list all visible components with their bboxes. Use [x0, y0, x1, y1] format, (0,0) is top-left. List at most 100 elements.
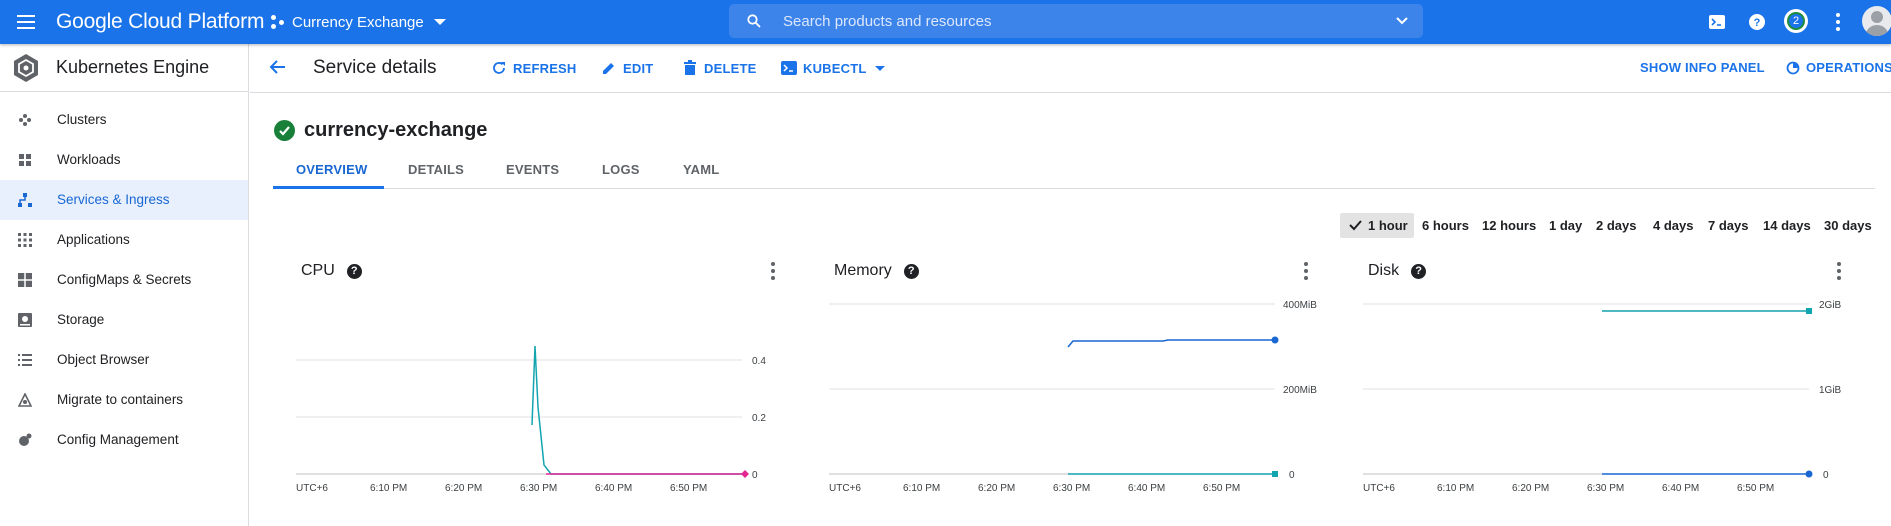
tab-events[interactable]: EVENTS [506, 162, 559, 177]
chevron-down-icon [874, 65, 885, 71]
back-arrow-icon[interactable] [268, 57, 288, 77]
sidebar-item-label: Storage [57, 312, 105, 327]
memory-usage-line [1067, 339, 1275, 348]
project-selector[interactable]: Currency Exchange [270, 12, 446, 32]
sidebar-item-object-browser[interactable]: Object Browser [0, 340, 248, 380]
platform-brand[interactable]: Google Cloud Platform [56, 10, 264, 34]
sidebar-item-applications[interactable]: Applications [0, 220, 248, 260]
help-icon[interactable]: ? [1748, 10, 1766, 34]
x-tick-label: 6:20 PM [1512, 483, 1549, 494]
time-range-1-day[interactable]: 1 day [1543, 213, 1588, 238]
tab-logs[interactable]: LOGS [602, 162, 640, 177]
y-tick-label: 0 [1823, 470, 1829, 481]
x-tick-label: 6:20 PM [445, 483, 482, 494]
active-tab-indicator [273, 186, 384, 189]
search-bar[interactable]: Search products and resources [729, 4, 1423, 38]
workloads-icon [19, 154, 31, 166]
sidebar-item-label: Object Browser [57, 352, 150, 367]
migrate-icon [18, 393, 32, 407]
x-tick-label: 6:40 PM [595, 483, 632, 494]
operations-icon [1786, 61, 1800, 74]
product-title: Kubernetes Engine [56, 57, 210, 77]
cpu-chart-title: CPU ? [301, 262, 362, 280]
sidebar-item-storage[interactable]: Storage [0, 300, 248, 340]
clusters-icon [19, 114, 31, 126]
x-tick-label: 6:10 PM [370, 483, 407, 494]
y-tick-label: 0 [752, 470, 758, 481]
operations-button[interactable]: OPERATIONS [1786, 60, 1891, 75]
x-tick-label: 6:20 PM [978, 483, 1015, 494]
sidebar-item-services-ingress[interactable]: Services & Ingress [0, 180, 248, 220]
refresh-label: REFRESH [513, 60, 577, 76]
edit-pencil-icon [603, 63, 614, 74]
delete-button[interactable]: DELETE [682, 60, 756, 76]
services-icon [18, 193, 32, 207]
tab-details[interactable]: DETAILS [408, 162, 464, 177]
sidebar-item-label: ConfigMaps & Secrets [57, 272, 192, 287]
show-info-panel-button[interactable]: SHOW INFO PANEL [1640, 60, 1765, 75]
y-tick-label: 1GiB [1819, 385, 1842, 396]
time-range-2-days[interactable]: 2 days [1590, 213, 1642, 238]
sidebar-item-label: Migrate to containers [57, 392, 184, 407]
project-icon [270, 14, 286, 30]
sidebar-item-label: Services & Ingress [57, 192, 170, 207]
y-tick-label: 0.2 [752, 413, 766, 424]
series-end-marker [741, 470, 749, 478]
series-end-marker [1271, 336, 1279, 344]
help-icon[interactable]: ? [346, 263, 362, 279]
sidebar-item-config-management[interactable]: Config Management [0, 420, 248, 460]
trash-icon [684, 60, 696, 75]
more-options-icon[interactable] [1304, 262, 1308, 280]
search-input[interactable]: Search products and resources [783, 13, 991, 30]
kubectl-button[interactable]: KUBECTL [781, 60, 885, 76]
cpu-usage-line [531, 345, 745, 475]
more-options-icon[interactable] [1836, 13, 1840, 31]
kubectl-label: KUBECTL [803, 60, 867, 76]
tab-overview[interactable]: OVERVIEW [296, 162, 367, 177]
check-icon [1349, 220, 1362, 231]
refresh-button[interactable]: REFRESH [491, 60, 577, 76]
menu-icon[interactable] [14, 10, 38, 34]
time-range-4-days[interactable]: 4 days [1647, 213, 1699, 238]
tab-yaml[interactable]: YAML [683, 162, 719, 177]
more-options-icon[interactable] [771, 262, 775, 280]
sidebar-item-configmaps-secrets[interactable]: ConfigMaps & Secrets [0, 260, 248, 300]
time-range-1-hour[interactable]: 1 hour [1340, 213, 1414, 238]
disk-chart[interactable]: 2GiB 1GiB 0 UTC+6 6:10 PM 6:20 PM 6:30 P… [1357, 290, 1857, 500]
y-tick-label: 200MiB [1283, 385, 1317, 396]
cloud-shell-icon[interactable] [1708, 10, 1726, 34]
sidebar-item-workloads[interactable]: Workloads [0, 140, 248, 180]
x-tick-label: 6:30 PM [1587, 483, 1624, 494]
time-range-7-days[interactable]: 7 days [1702, 213, 1754, 238]
refresh-icon [493, 62, 505, 74]
avatar[interactable] [1862, 6, 1891, 36]
tab-bar: OVERVIEW DETAILS EVENTS LOGS YAML [273, 154, 1875, 189]
sidebar-item-label: Clusters [57, 112, 107, 127]
disk-title-text: Disk [1368, 262, 1400, 279]
more-options-icon[interactable] [1837, 262, 1841, 280]
service-heading: currency-exchange [274, 119, 487, 142]
edit-button[interactable]: EDIT [601, 60, 653, 76]
sidebar-item-clusters[interactable]: Clusters [0, 100, 248, 140]
help-icon[interactable]: ? [1411, 263, 1427, 279]
help-icon[interactable]: ? [903, 263, 919, 279]
sidebar-item-label: Config Management [57, 432, 179, 447]
edit-label: EDIT [623, 60, 654, 76]
sidebar-item-migrate-to-containers[interactable]: Migrate to containers [0, 380, 248, 420]
time-range-12-hours[interactable]: 12 hours [1476, 213, 1542, 238]
memory-chart[interactable]: 400MiB 200MiB 0 UTC+6 6:10 PM 6:20 PM 6:… [823, 290, 1323, 500]
x-tick-label: 6:10 PM [1437, 483, 1474, 494]
time-range-14-days[interactable]: 14 days [1757, 213, 1817, 238]
cpu-chart[interactable]: 0.4 0.2 0 UTC+6 6:10 PM 6:20 PM 6:30 PM … [290, 290, 770, 500]
show-info-panel-label: SHOW INFO PANEL [1640, 60, 1765, 75]
series-end-marker [1272, 471, 1278, 477]
chevron-down-icon[interactable] [1395, 14, 1409, 28]
time-range-6-hours[interactable]: 6 hours [1416, 213, 1475, 238]
search-icon [747, 14, 761, 28]
notifications-badge[interactable]: 2 [1784, 9, 1808, 33]
top-app-bar: Google Cloud Platform Currency Exchange … [0, 0, 1891, 44]
kubernetes-engine-logo-icon [14, 54, 38, 82]
memory-title-text: Memory [834, 262, 892, 279]
time-range-30-days[interactable]: 30 days [1818, 213, 1878, 238]
y-tick-label: 2GiB [1819, 300, 1842, 311]
